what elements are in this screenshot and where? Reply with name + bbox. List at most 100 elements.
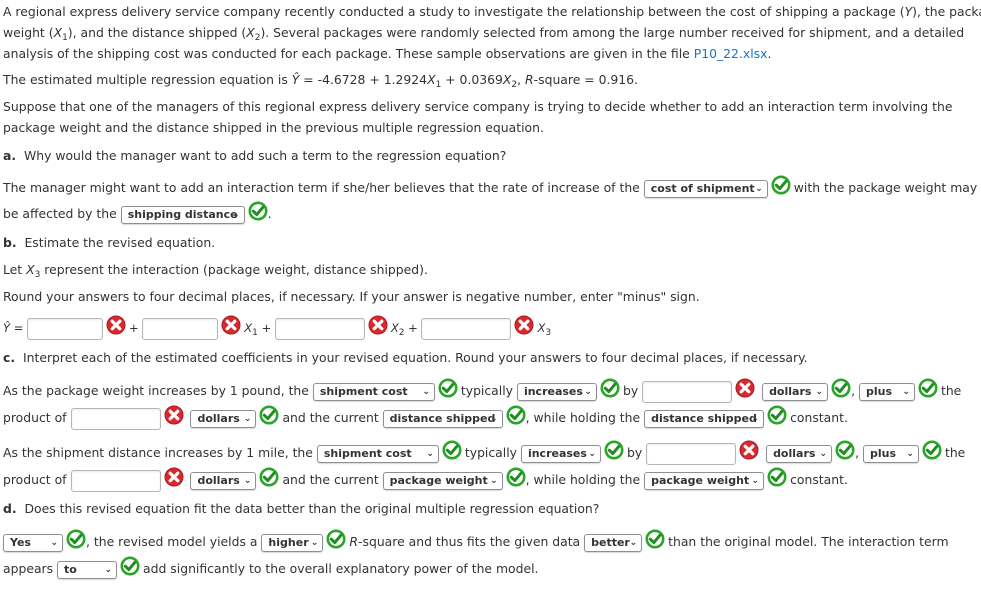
answer-text: constant. — [790, 410, 848, 425]
part-c-question-text: Interpret each of the estimated coeffici… — [22, 350, 808, 365]
dropdown-value: better — [591, 535, 630, 549]
suppose-text: Suppose that one of the managers of this… — [3, 99, 953, 114]
intro-paragraph: A regional express delivery service comp… — [3, 1, 981, 64]
dropdown-value: plus — [869, 446, 896, 460]
distance-interaction-unit-dropdown[interactable]: dollars ⌄ — [190, 471, 257, 490]
distance-direction-dropdown[interactable]: increases ⌄ — [520, 444, 601, 463]
answer-text: appears — [3, 561, 54, 576]
dropdown-value: distance shipped — [389, 411, 496, 425]
fit-comparison-dropdown[interactable]: better ⌄ — [584, 533, 643, 552]
chevron-down-icon: ⌄ — [232, 209, 240, 220]
dropdown-value: dollars — [773, 446, 816, 460]
correct-check-icon — [831, 378, 851, 398]
x2-coefficient-input[interactable] — [274, 317, 365, 340]
plus-sign: + — [408, 321, 418, 335]
chevron-down-icon: ⌄ — [104, 564, 113, 575]
let-text: represent the interaction (package weigh… — [40, 262, 428, 277]
weight-unit-dropdown[interactable]: dollars ⌄ — [762, 382, 829, 401]
correct-check-icon — [767, 405, 787, 425]
chevron-down-icon: ⌄ — [755, 183, 763, 194]
rate-of-increase-dropdown[interactable]: cost of shipment ⌄ — [643, 179, 768, 198]
suppose-paragraph: Suppose that one of the managers of this… — [3, 96, 952, 138]
part-a-question: a. Why would the manager want to add suc… — [3, 145, 506, 166]
correct-check-icon — [506, 405, 526, 425]
dropdown-value: distance shipped — [651, 411, 757, 425]
distance-unit-dropdown[interactable]: dollars ⌄ — [766, 444, 833, 463]
incorrect-x-icon — [514, 315, 534, 335]
part-d-label: d. — [3, 501, 17, 516]
distance-current-variable-dropdown[interactable]: package weight ⌄ — [382, 471, 503, 490]
weight-plus-minus-dropdown[interactable]: plus ⌄ — [858, 382, 915, 401]
dropdown-value: shipping distance — [127, 207, 238, 221]
correct-check-icon — [645, 529, 665, 549]
distance-coefficient-input[interactable] — [646, 442, 737, 465]
answer-text: and the current — [282, 410, 379, 425]
incorrect-x-icon — [368, 315, 388, 335]
rounding-instructions: Round your answers to four decimal place… — [3, 289, 700, 304]
interpretation-weight: As the package weight increases by 1 pou… — [3, 378, 961, 432]
correct-check-icon — [835, 440, 855, 460]
chevron-down-icon: ⌄ — [243, 475, 252, 486]
plus-sign: + — [128, 321, 139, 335]
distance-held-constant-dropdown[interactable]: package weight ⌄ — [644, 471, 765, 490]
weight-interaction-input[interactable] — [70, 407, 161, 430]
weight-response-dropdown[interactable]: shipment cost ⌄ — [312, 382, 435, 401]
y-variable: Y — [904, 4, 913, 19]
answer-text: , while holding the — [525, 410, 641, 425]
dropdown-value: dollars — [197, 473, 240, 487]
part-a-question-text: Why would the manager want to add such a… — [23, 148, 507, 163]
x3-coefficient-input[interactable] — [421, 317, 512, 340]
dropdown-value: increases — [527, 446, 587, 460]
x2-variable: X — [246, 25, 255, 40]
significance-dropdown[interactable]: to ⌄ — [57, 560, 118, 579]
x2-subscript: 2 — [398, 328, 405, 338]
intercept-input[interactable] — [26, 317, 103, 340]
answer-text: typically — [460, 383, 513, 398]
answer-text: add significantly to the overall explana… — [143, 561, 539, 576]
data-file-link[interactable]: P10_22.xlsx — [694, 46, 768, 61]
revised-equation-row: Ŷ = + X1 + X2 + X3 — [3, 316, 551, 340]
distance-plus-minus-dropdown[interactable]: plus ⌄ — [862, 444, 919, 463]
weight-interaction-unit-dropdown[interactable]: dollars ⌄ — [190, 409, 257, 428]
part-d-answer: Yes ⌄, the revised model yields a higher ⌄… — [3, 530, 949, 584]
x1-subscript: 1 — [252, 328, 258, 338]
weight-current-variable-dropdown[interactable]: distance shipped ⌄ — [382, 409, 503, 428]
answer-text: As the package weight increases by 1 pou… — [3, 383, 309, 398]
chevron-down-icon: ⌄ — [819, 448, 828, 459]
correct-check-icon — [259, 405, 279, 425]
r-symbol: R — [525, 72, 534, 87]
affected-by-dropdown[interactable]: shipping distance ⌄ — [120, 205, 245, 224]
distance-interaction-input[interactable] — [70, 469, 161, 492]
correct-check-icon — [442, 440, 462, 460]
part-b-let: Let X3 represent the interaction (packag… — [3, 259, 428, 280]
dropdown-value: higher — [268, 535, 309, 549]
part-b-question-text: Estimate the revised equation. — [24, 235, 216, 250]
correct-check-icon — [771, 175, 791, 195]
correct-check-icon — [438, 378, 458, 398]
part-c-label: c. — [3, 350, 16, 365]
chevron-down-icon: ⌄ — [902, 386, 910, 397]
incorrect-x-icon — [106, 315, 126, 335]
answer-text: -square and thus fits the given data — [358, 534, 581, 549]
correct-check-icon — [918, 378, 938, 398]
part-d-question-text: Does this revised equation fit the data … — [24, 501, 600, 516]
dropdown-value: Yes — [10, 535, 31, 549]
x1-coefficient-input[interactable] — [142, 317, 219, 340]
fits-better-dropdown[interactable]: Yes ⌄ — [3, 533, 63, 552]
answer-text: , while holding the — [525, 472, 641, 487]
chevron-down-icon: ⌄ — [310, 537, 319, 548]
dropdown-value: shipment cost — [319, 384, 408, 398]
dropdown-value: package weight — [651, 473, 750, 487]
chevron-down-icon: ⌄ — [629, 537, 638, 548]
x1-variable: X — [427, 72, 436, 87]
distance-response-dropdown[interactable]: shipment cost ⌄ — [316, 444, 439, 463]
intro-text: ), and the distance shipped ( — [67, 25, 247, 40]
r-symbol: R — [349, 534, 359, 549]
weight-coefficient-input[interactable] — [642, 380, 733, 403]
x3-variable: X — [26, 262, 35, 277]
chevron-down-icon: ⌄ — [426, 448, 434, 459]
equation-body: + 0.0369 — [441, 72, 503, 87]
weight-direction-dropdown[interactable]: increases ⌄ — [516, 382, 597, 401]
r-square-comparison-dropdown[interactable]: higher ⌄ — [261, 533, 324, 552]
weight-held-constant-dropdown[interactable]: distance shipped ⌄ — [644, 409, 765, 428]
